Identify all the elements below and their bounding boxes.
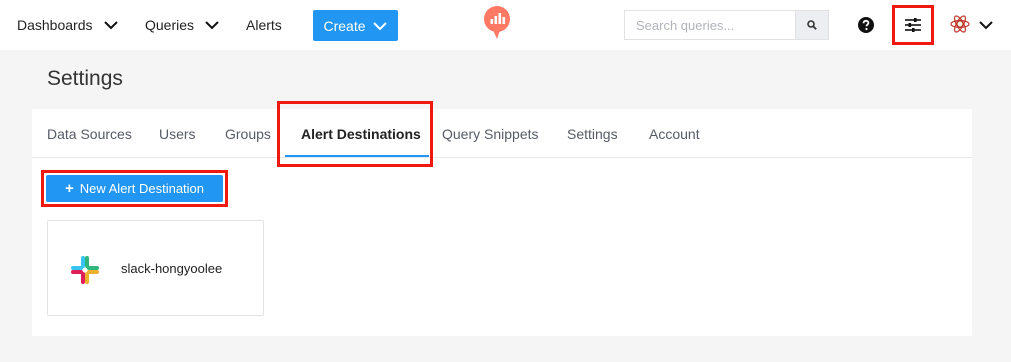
tab-groups[interactable]: Groups	[225, 109, 271, 158]
redash-logo-icon[interactable]	[483, 6, 511, 40]
tab-users[interactable]: Users	[159, 109, 196, 158]
destination-card[interactable]: slack-hongyoolee	[47, 220, 264, 316]
tab-settings[interactable]: Settings	[567, 109, 618, 158]
settings-button[interactable]	[892, 5, 934, 45]
chevron-down-icon[interactable]	[103, 17, 119, 33]
create-button-label: Create	[323, 17, 366, 34]
highlight-box-new-button	[41, 170, 228, 207]
slack-icon	[71, 256, 99, 284]
page-title: Settings	[47, 67, 123, 90]
search-box	[624, 10, 829, 40]
highlight-box-tab	[277, 101, 433, 167]
search-input[interactable]	[624, 10, 795, 40]
sliders-icon	[905, 18, 921, 32]
avatar[interactable]	[949, 13, 971, 35]
help-icon[interactable]	[858, 17, 874, 33]
chevron-down-icon[interactable]	[204, 17, 220, 33]
nav-dashboards-label: Dashboards	[17, 17, 93, 33]
nav-alerts-label: Alerts	[246, 17, 282, 33]
tab-query-snippets[interactable]: Query Snippets	[442, 109, 539, 158]
tab-data-sources[interactable]: Data Sources	[47, 109, 132, 158]
chevron-down-icon[interactable]	[978, 17, 994, 33]
search-icon	[807, 20, 817, 30]
nav-alerts[interactable]: Alerts	[246, 0, 282, 50]
tab-account[interactable]: Account	[649, 109, 700, 158]
top-navbar: Dashboards Queries Alerts Create	[0, 0, 1011, 50]
destination-name: slack-hongyoolee	[121, 261, 223, 276]
nav-dashboards[interactable]: Dashboards	[17, 0, 119, 50]
chevron-down-icon	[372, 21, 387, 30]
settings-tabs: Data Sources Users Groups Alert Destinat…	[32, 109, 972, 158]
create-button[interactable]: Create	[313, 10, 398, 41]
nav-queries-label: Queries	[145, 17, 195, 33]
nav-queries[interactable]: Queries	[145, 0, 220, 50]
search-button[interactable]	[795, 10, 829, 40]
